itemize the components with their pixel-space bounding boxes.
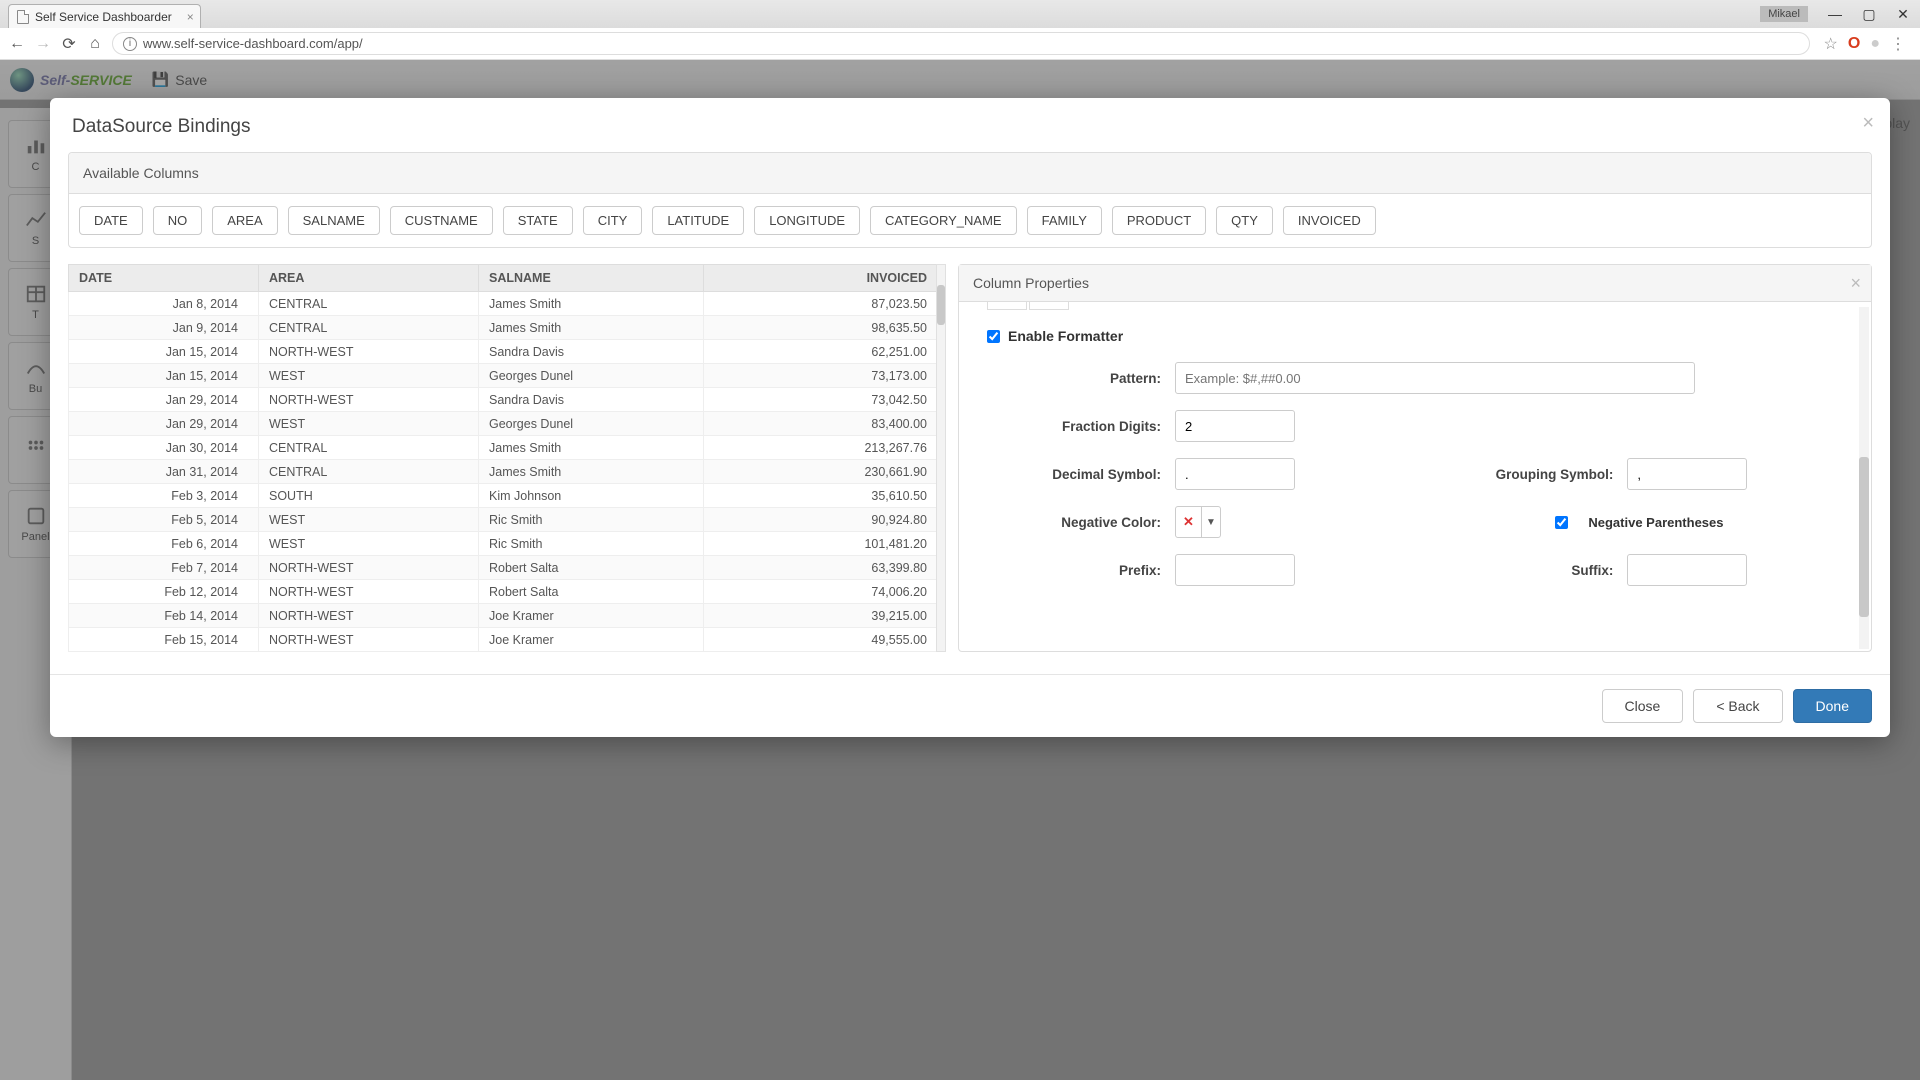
available-columns-heading: Available Columns [69,153,1871,194]
col-area[interactable]: AREA [259,265,479,292]
column-chip[interactable]: FAMILY [1027,206,1102,235]
data-grid: DATE AREA SALNAME INVOICED Jan 8, 2014CE… [68,264,938,652]
available-columns-panel: Available Columns DATE NO AREA SALNAME CUSTN… [68,152,1872,248]
table-row[interactable]: Jan 8, 2014CENTRALJames Smith87,023.50 [69,292,938,316]
chevron-down-icon: ▼ [1202,517,1220,528]
browser-chrome: Self Service Dashboarder × Mikael — ▢ ✕ … [0,0,1920,60]
grid-scrollbar[interactable] [936,264,946,652]
table-row[interactable]: Feb 15, 2014NORTH-WESTJoe Kramer49,555.0… [69,628,938,652]
column-chip[interactable]: DATE [79,206,143,235]
table-row[interactable]: Jan 9, 2014CENTRALJames Smith98,635.50 [69,316,938,340]
column-chip[interactable]: LONGITUDE [754,206,860,235]
negative-parentheses-label: Negative Parentheses [1588,515,1723,530]
url-field[interactable]: i www.self-service-dashboard.com/app/ [112,32,1810,55]
column-chip[interactable]: QTY [1216,206,1273,235]
column-chip[interactable]: INVOICED [1283,206,1376,235]
table-row[interactable]: Jan 29, 2014WESTGeorges Dunel83,400.00 [69,412,938,436]
datasource-bindings-modal: DataSource Bindings × Available Columns … [50,98,1890,737]
table-row[interactable]: Jan 29, 2014NORTH-WESTSandra Davis73,042… [69,388,938,412]
modal-footer: Close < Back Done [50,674,1890,737]
profile-icon[interactable]: ● [1870,35,1880,53]
table-row[interactable]: Feb 14, 2014NORTH-WESTJoe Kramer39,215.0… [69,604,938,628]
site-info-icon[interactable]: i [123,37,137,51]
window-minimize-icon[interactable]: — [1818,3,1852,25]
negative-color-swatch-icon: ✕ [1176,507,1202,537]
table-row[interactable]: Jan 15, 2014WESTGeorges Dunel73,173.00 [69,364,938,388]
close-button[interactable]: Close [1602,689,1684,723]
table-row[interactable]: Feb 12, 2014NORTH-WESTRobert Salta74,006… [69,580,938,604]
window-close-icon[interactable]: ✕ [1886,3,1920,25]
column-chip[interactable]: CATEGORY_NAME [870,206,1017,235]
address-bar: ← → ⟳ ⌂ i www.self-service-dashboard.com… [0,28,1920,60]
done-button[interactable]: Done [1793,689,1872,723]
url-text: www.self-service-dashboard.com/app/ [143,36,363,51]
decimal-symbol-label: Decimal Symbol: [981,467,1161,482]
tab-strip: Self Service Dashboarder × Mikael — ▢ ✕ [0,0,1920,28]
col-salname[interactable]: SALNAME [479,265,704,292]
properties-close-icon[interactable]: × [1850,273,1861,294]
col-invoiced[interactable]: INVOICED [704,265,938,292]
pattern-input[interactable] [1175,362,1695,394]
nav-forward-icon[interactable]: → [34,35,52,53]
column-chip[interactable]: LATITUDE [652,206,744,235]
nav-home-icon[interactable]: ⌂ [86,35,104,53]
prefix-label: Prefix: [981,563,1161,578]
tab-stub [987,302,1843,314]
fraction-digits-input[interactable] [1175,410,1295,442]
grouping-symbol-input[interactable] [1627,458,1747,490]
suffix-label: Suffix: [1403,563,1613,578]
enable-formatter-label: Enable Formatter [1008,328,1123,344]
grid-scroll-thumb[interactable] [937,285,945,325]
props-scrollbar[interactable] [1859,307,1869,649]
column-chip[interactable]: CUSTNAME [390,206,493,235]
back-button[interactable]: < Back [1693,689,1782,723]
grouping-symbol-label: Grouping Symbol: [1403,467,1613,482]
window-controls: Mikael — ▢ ✕ [1760,0,1920,28]
bookmark-star-icon[interactable]: ☆ [1824,34,1838,54]
column-chip-row: DATE NO AREA SALNAME CUSTNAME STATE CITY LATITU… [79,206,1861,235]
tab-title: Self Service Dashboarder [35,10,172,24]
table-row[interactable]: Jan 30, 2014CENTRALJames Smith213,267.76 [69,436,938,460]
column-chip[interactable]: STATE [503,206,573,235]
opera-icon[interactable]: O [1848,35,1860,53]
column-chip[interactable]: PRODUCT [1112,206,1206,235]
modal-header: DataSource Bindings × [50,98,1890,152]
prefix-input[interactable] [1175,554,1295,586]
column-properties-heading: Column Properties × [959,265,1871,302]
browser-menu-icon[interactable]: ⋮ [1890,34,1906,54]
table-row[interactable]: Feb 7, 2014NORTH-WESTRobert Salta63,399.… [69,556,938,580]
browser-tab[interactable]: Self Service Dashboarder × [8,4,201,28]
window-maximize-icon[interactable]: ▢ [1852,3,1886,25]
column-properties-panel: Column Properties × Enable Formatter Pat… [958,264,1872,652]
tab-close-icon[interactable]: × [187,10,194,24]
suffix-input[interactable] [1627,554,1747,586]
column-chip[interactable]: SALNAME [288,206,380,235]
table-row[interactable]: Feb 5, 2014WESTRic Smith90,924.80 [69,508,938,532]
column-chip[interactable]: NO [153,206,203,235]
table-row[interactable]: Feb 3, 2014SOUTHKim Johnson35,610.50 [69,484,938,508]
table-row[interactable]: Feb 6, 2014WESTRic Smith101,481.20 [69,532,938,556]
negative-color-label: Negative Color: [981,515,1161,530]
props-scroll-thumb[interactable] [1859,457,1869,617]
modal-title: DataSource Bindings [72,116,251,137]
column-chip[interactable]: CITY [583,206,643,235]
col-date[interactable]: DATE [69,265,259,292]
enable-formatter-checkbox[interactable] [987,330,1000,343]
nav-reload-icon[interactable]: ⟳ [60,34,78,54]
modal-close-icon[interactable]: × [1862,112,1874,135]
decimal-symbol-input[interactable] [1175,458,1295,490]
pattern-label: Pattern: [981,371,1161,386]
column-chip[interactable]: AREA [212,206,277,235]
user-badge[interactable]: Mikael [1760,6,1808,22]
page-icon [17,10,29,24]
negative-color-picker[interactable]: ✕ ▼ [1175,506,1221,538]
nav-back-icon[interactable]: ← [8,35,26,53]
negative-parentheses-checkbox[interactable] [1555,516,1568,529]
table-row[interactable]: Jan 15, 2014NORTH-WESTSandra Davis62,251… [69,340,938,364]
table-row[interactable]: Jan 31, 2014CENTRALJames Smith230,661.90 [69,460,938,484]
fraction-digits-label: Fraction Digits: [981,419,1161,434]
